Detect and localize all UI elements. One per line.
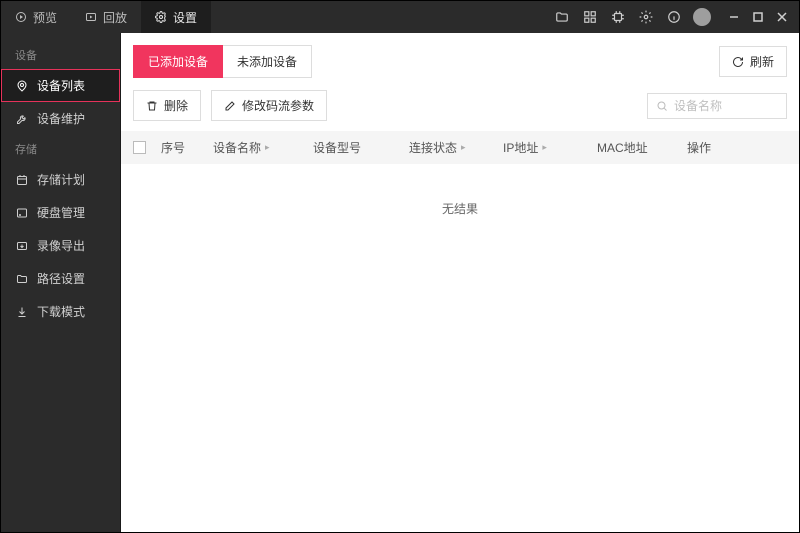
modify-stream-label: 修改码流参数 <box>242 97 314 114</box>
search-input[interactable] <box>674 99 778 113</box>
col-ip[interactable]: IP地址▸ <box>503 139 597 156</box>
col-operation[interactable]: 操作 <box>687 139 787 156</box>
sidebar-item-label: 设备维护 <box>37 110 85 127</box>
settings-icon[interactable] <box>637 8 655 26</box>
gear-icon <box>155 11 167 23</box>
edit-icon <box>224 100 236 112</box>
tab-playback-label: 回放 <box>103 9 127 26</box>
sort-icon: ▸ <box>542 142 547 153</box>
refresh-icon <box>732 56 744 68</box>
sidebar-item-storage-plan[interactable]: 存储计划 <box>1 163 120 196</box>
pin-icon <box>15 79 29 93</box>
titlebar-tabs: 预览 回放 设置 <box>1 1 211 33</box>
inner-tabs-row: 已添加设备 未添加设备 刷新 <box>121 33 799 90</box>
chip-icon[interactable] <box>609 8 627 26</box>
sidebar-item-disk-manage[interactable]: 硬盘管理 <box>1 196 120 229</box>
inner-tab-not-added[interactable]: 未添加设备 <box>223 45 312 78</box>
sidebar-section-device: 设备 <box>1 41 120 69</box>
sidebar-item-label: 下载模式 <box>37 303 85 320</box>
playback-icon <box>85 11 97 23</box>
tab-settings[interactable]: 设置 <box>141 1 211 33</box>
trash-icon <box>146 100 158 112</box>
col-index[interactable]: 序号 <box>161 139 213 156</box>
delete-button[interactable]: 删除 <box>133 90 201 121</box>
refresh-button[interactable]: 刷新 <box>719 46 787 77</box>
avatar[interactable] <box>693 8 711 26</box>
disk-icon <box>15 206 29 220</box>
sort-icon: ▸ <box>461 142 466 153</box>
no-result-text: 无结果 <box>121 164 799 253</box>
search-icon <box>656 100 668 112</box>
inner-tab-added[interactable]: 已添加设备 <box>133 45 223 78</box>
sidebar-item-label: 存储计划 <box>37 171 85 188</box>
col-connection[interactable]: 连接状态▸ <box>409 139 503 156</box>
main-content: 已添加设备 未添加设备 刷新 删除 修改码流参数 <box>121 33 799 532</box>
col-mac[interactable]: MAC地址 <box>597 139 687 156</box>
minimize-button[interactable] <box>727 10 741 24</box>
col-device-name[interactable]: 设备名称▸ <box>213 139 313 156</box>
sidebar-item-download-mode[interactable]: 下载模式 <box>1 295 120 328</box>
refresh-label: 刷新 <box>750 53 774 70</box>
sidebar-item-label: 硬盘管理 <box>37 204 85 221</box>
wrench-icon <box>15 112 29 126</box>
table-header: 序号 设备名称▸ 设备型号 连接状态▸ IP地址▸ MAC地址 操作 <box>121 131 799 164</box>
close-button[interactable] <box>775 10 789 24</box>
search-box[interactable] <box>647 93 787 119</box>
tab-settings-label: 设置 <box>173 9 197 26</box>
tab-playback[interactable]: 回放 <box>71 1 141 33</box>
toolbar-row: 删除 修改码流参数 <box>121 90 799 131</box>
sidebar: 设备 设备列表 设备维护 存储 存储计划 硬盘管理 录像导出 <box>1 33 121 532</box>
modify-stream-button[interactable]: 修改码流参数 <box>211 90 327 121</box>
delete-label: 删除 <box>164 97 188 114</box>
info-icon[interactable] <box>665 8 683 26</box>
titlebar: 预览 回放 设置 <box>1 1 799 33</box>
sidebar-item-label: 录像导出 <box>37 237 85 254</box>
sidebar-item-label: 设备列表 <box>37 77 85 94</box>
inner-tab-label: 未添加设备 <box>237 55 297 69</box>
export-icon <box>15 239 29 253</box>
sidebar-item-device-list[interactable]: 设备列表 <box>1 69 120 102</box>
col-model[interactable]: 设备型号 <box>313 139 409 156</box>
sidebar-item-record-export[interactable]: 录像导出 <box>1 229 120 262</box>
grid-icon[interactable] <box>581 8 599 26</box>
select-all-checkbox[interactable] <box>133 141 146 154</box>
sort-icon: ▸ <box>265 142 270 153</box>
sidebar-section-storage: 存储 <box>1 135 120 163</box>
maximize-button[interactable] <box>751 10 765 24</box>
play-icon <box>15 11 27 23</box>
sidebar-item-label: 路径设置 <box>37 270 85 287</box>
download-icon <box>15 305 29 319</box>
tab-preview-label: 预览 <box>33 9 57 26</box>
titlebar-right <box>543 1 799 33</box>
folder-icon[interactable] <box>553 8 571 26</box>
tab-preview[interactable]: 预览 <box>1 1 71 33</box>
calendar-icon <box>15 173 29 187</box>
sidebar-item-path-settings[interactable]: 路径设置 <box>1 262 120 295</box>
sidebar-item-device-maintain[interactable]: 设备维护 <box>1 102 120 135</box>
inner-tab-label: 已添加设备 <box>148 55 208 69</box>
folder-settings-icon <box>15 272 29 286</box>
